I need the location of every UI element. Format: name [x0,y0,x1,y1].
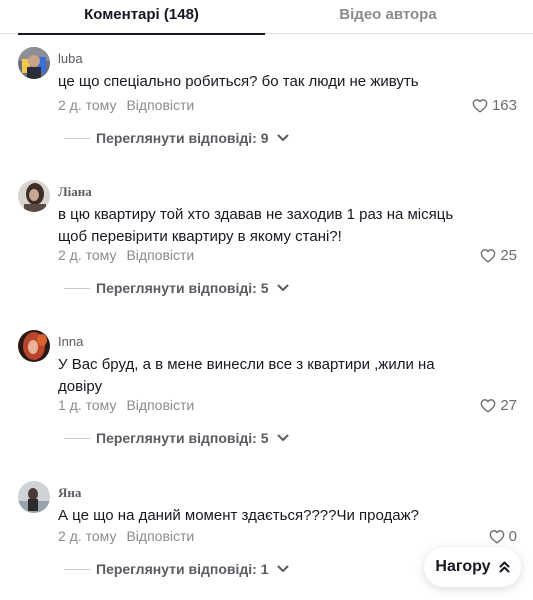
chevron-down-icon [277,284,288,291]
view-replies-label: Переглянути відповіді: 1 [96,561,269,577]
view-replies-label: Переглянути відповіді: 9 [96,130,269,146]
view-replies-button[interactable]: Переглянути відповіді: 5 [64,430,289,446]
comment-meta: 1 д. тому Відповісти [58,397,194,413]
comment-username[interactable]: Inna [58,334,83,349]
comment-text: це що спеціально робиться? бо так люди н… [58,73,419,90]
divider [64,137,90,139]
comment-username[interactable]: Яна [58,485,81,501]
divider [64,287,90,289]
like-count: 27 [500,397,517,414]
back-to-top-label: Нагору [435,558,491,575]
tab-bar: Коментарі (148) Відео автора [0,0,533,35]
tab-comments[interactable]: Коментарі (148) [18,0,265,35]
like-button[interactable]: 25 [480,247,517,264]
view-replies-button[interactable]: Переглянути відповіді: 1 [64,561,289,577]
comment-timestamp: 2 д. тому [58,247,117,263]
avatar[interactable] [18,330,50,362]
comment-meta: 2 д. тому Відповісти [58,97,194,113]
tab-author-videos-label: Відео автора [339,6,437,23]
heart-outline-icon [472,99,488,113]
tab-author-videos[interactable]: Відео автора [270,0,506,34]
like-count: 25 [500,247,517,264]
comment-timestamp: 1 д. тому [58,397,117,413]
comment-username[interactable]: luba [58,51,83,66]
heart-outline-icon [480,399,496,413]
like-button[interactable]: 27 [480,397,517,414]
comment-username[interactable]: Ліана [58,184,92,200]
comment-text: У Вас бруд, а в мене винесли все з кварт… [58,356,435,395]
view-replies-label: Переглянути відповіді: 5 [96,280,269,296]
chevron-down-icon [277,434,288,441]
chevron-down-icon [277,565,288,572]
like-count: 0 [508,528,517,545]
reply-button[interactable]: Відповісти [126,528,194,544]
reply-button[interactable]: Відповісти [126,247,194,263]
divider [64,568,90,570]
back-to-top-button[interactable]: Нагору [424,547,521,587]
like-count: 163 [491,97,517,114]
comment-text: А це що на даний момент здається????Чи п… [58,507,419,524]
comment-timestamp: 2 д. тому [58,97,117,113]
chevron-down-icon [277,134,288,141]
reply-button[interactable]: Відповісти [126,397,194,413]
divider [64,437,90,439]
double-chevron-up-icon [499,561,510,573]
view-replies-button[interactable]: Переглянути відповіді: 5 [64,280,289,296]
comment-meta: 2 д. тому Відповісти [58,528,194,544]
heart-outline-icon [480,249,496,263]
heart-outline-icon [489,530,504,544]
like-button[interactable]: 163 [472,97,517,114]
view-replies-button[interactable]: Переглянути відповіді: 9 [64,130,289,146]
avatar[interactable] [18,180,50,212]
like-button[interactable]: 0 [489,528,517,545]
comment-timestamp: 2 д. тому [58,528,117,544]
comment-text: в цю квартиру той хто здавав не заходив … [58,206,454,245]
tab-comments-label: Коментарі (148) [84,6,199,23]
comment-meta: 2 д. тому Відповісти [58,247,194,263]
reply-button[interactable]: Відповісти [126,97,194,113]
avatar[interactable] [18,47,50,79]
avatar[interactable] [18,481,50,513]
view-replies-label: Переглянути відповіді: 5 [96,430,269,446]
active-tab-indicator [18,33,265,35]
